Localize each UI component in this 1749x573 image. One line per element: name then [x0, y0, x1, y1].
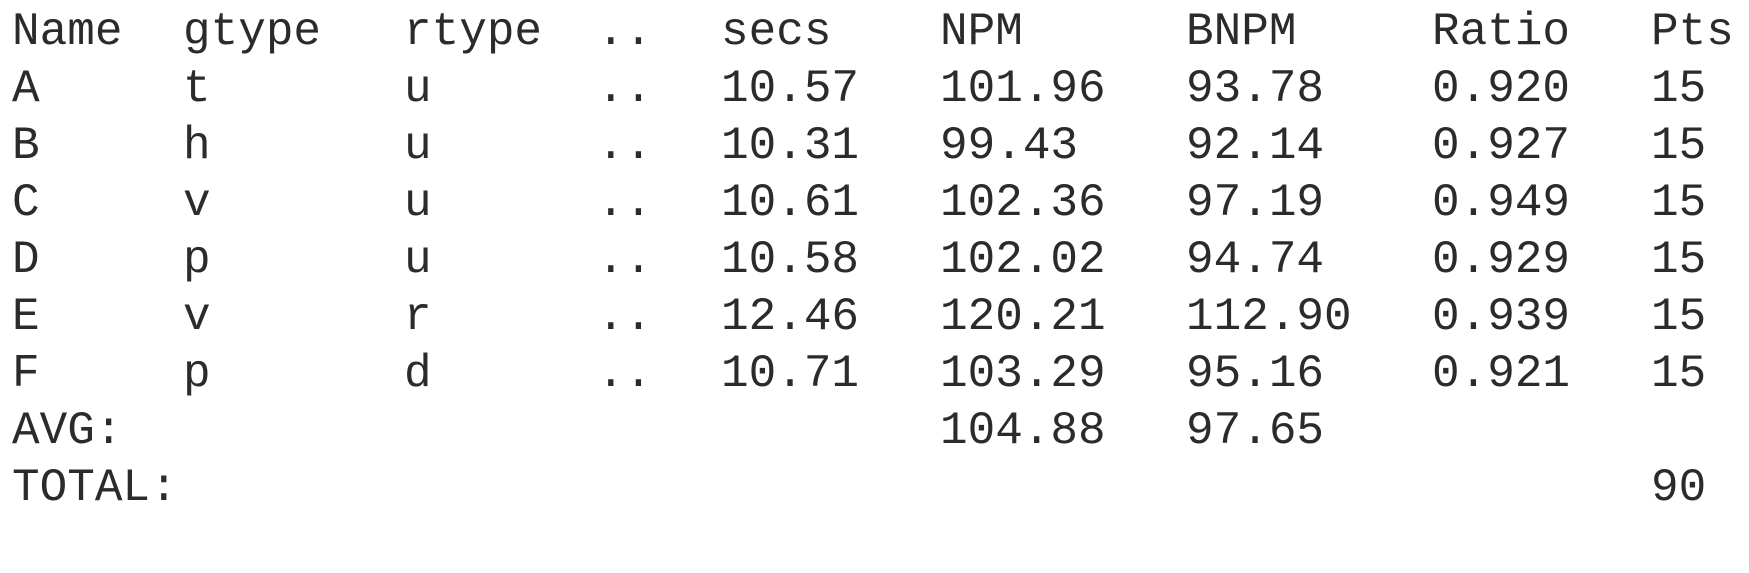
cell-bnpm: 95.16 — [1186, 348, 1325, 400]
cell-pts: 15 — [1651, 291, 1707, 343]
cell-name: E — [12, 291, 40, 343]
cell-ratio: 0.921 — [1432, 348, 1571, 400]
cell-secs: 12.46 — [721, 291, 860, 343]
cell-secs: 10.61 — [721, 177, 860, 229]
cell-ratio: 0.939 — [1432, 291, 1571, 343]
table-row: B h u .. 10.31 99.43 92.14 0.927 15 — [0, 114, 1749, 178]
column-header-pts: Pts — [1651, 6, 1734, 58]
cell-rtype: u — [404, 120, 432, 172]
average-bnpm: 97.65 — [1186, 405, 1325, 457]
cell-bnpm: 112.90 — [1186, 291, 1352, 343]
cell-ellipsis: .. — [597, 63, 653, 115]
cell-pts: 15 — [1651, 234, 1707, 286]
table-row: F p d .. 10.71 103.29 95.16 0.921 15 — [0, 342, 1749, 406]
total-pts: 90 — [1651, 462, 1707, 514]
cell-gtype: v — [183, 177, 211, 229]
cell-npm: 102.02 — [940, 234, 1106, 286]
header-row: Name gtype rtype .. secs NPM BNPM Ratio … — [0, 0, 1749, 64]
column-header-npm: NPM — [940, 6, 1023, 58]
cell-bnpm: 92.14 — [1186, 120, 1325, 172]
cell-pts: 15 — [1651, 348, 1707, 400]
cell-secs: 10.31 — [721, 120, 860, 172]
cell-gtype: p — [183, 234, 211, 286]
cell-name: F — [12, 348, 40, 400]
cell-ellipsis: .. — [597, 234, 653, 286]
cell-gtype: v — [183, 291, 211, 343]
cell-rtype: r — [404, 291, 432, 343]
cell-ratio: 0.949 — [1432, 177, 1571, 229]
cell-ellipsis: .. — [597, 177, 653, 229]
cell-npm: 102.36 — [940, 177, 1106, 229]
column-header-ratio: Ratio — [1432, 6, 1571, 58]
cell-npm: 120.21 — [940, 291, 1106, 343]
cell-secs: 10.57 — [721, 63, 860, 115]
cell-secs: 10.58 — [721, 234, 860, 286]
cell-ratio: 0.927 — [1432, 120, 1571, 172]
table-row: E v r .. 12.46 120.21 112.90 0.939 15 — [0, 285, 1749, 349]
cell-ratio: 0.929 — [1432, 234, 1571, 286]
cell-gtype: h — [183, 120, 211, 172]
cell-gtype: p — [183, 348, 211, 400]
average-label: AVG: — [12, 405, 123, 457]
column-header-bnpm: BNPM — [1186, 6, 1297, 58]
cell-gtype: t — [183, 63, 211, 115]
cell-npm: 101.96 — [940, 63, 1106, 115]
cell-pts: 15 — [1651, 120, 1707, 172]
cell-secs: 10.71 — [721, 348, 860, 400]
cell-bnpm: 97.19 — [1186, 177, 1325, 229]
cell-name: C — [12, 177, 40, 229]
cell-name: B — [12, 120, 40, 172]
cell-rtype: u — [404, 177, 432, 229]
results-table: Name gtype rtype .. secs NPM BNPM Ratio … — [0, 0, 1749, 573]
column-header-secs: secs — [721, 6, 832, 58]
cell-ratio: 0.920 — [1432, 63, 1571, 115]
cell-npm: 99.43 — [940, 120, 1079, 172]
table-row: D p u .. 10.58 102.02 94.74 0.929 15 — [0, 228, 1749, 292]
cell-ellipsis: .. — [597, 120, 653, 172]
total-row: TOTAL: 90 — [0, 456, 1749, 520]
cell-rtype: d — [404, 348, 432, 400]
cell-rtype: u — [404, 63, 432, 115]
column-header-ellipsis: .. — [597, 6, 653, 58]
average-npm: 104.88 — [940, 405, 1106, 457]
total-label: TOTAL: — [12, 462, 178, 514]
column-header-rtype: rtype — [404, 6, 543, 58]
cell-rtype: u — [404, 234, 432, 286]
table-row: A t u .. 10.57 101.96 93.78 0.920 15 — [0, 57, 1749, 121]
cell-bnpm: 93.78 — [1186, 63, 1325, 115]
cell-npm: 103.29 — [940, 348, 1106, 400]
cell-ellipsis: .. — [597, 348, 653, 400]
table-row: C v u .. 10.61 102.36 97.19 0.949 15 — [0, 171, 1749, 235]
cell-name: A — [12, 63, 40, 115]
column-header-name: Name — [12, 6, 123, 58]
cell-pts: 15 — [1651, 63, 1707, 115]
average-row: AVG: 104.88 97.65 — [0, 399, 1749, 463]
cell-bnpm: 94.74 — [1186, 234, 1325, 286]
cell-pts: 15 — [1651, 177, 1707, 229]
cell-ellipsis: .. — [597, 291, 653, 343]
column-header-gtype: gtype — [183, 6, 322, 58]
cell-name: D — [12, 234, 40, 286]
